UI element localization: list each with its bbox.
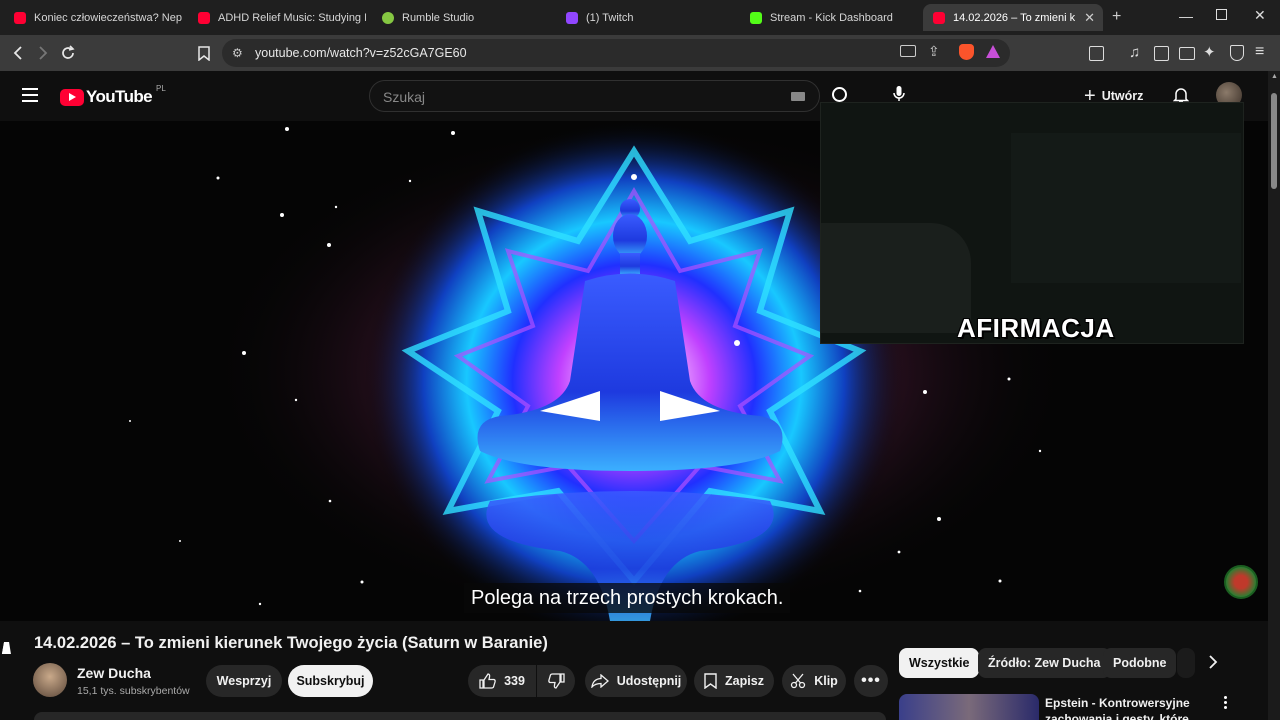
scroll-up-arrow-icon[interactable]: ▲ [1271,73,1278,80]
video-title: 14.02.2026 – To zmieni kierunek Twojego … [34,634,548,652]
more-actions-button[interactable]: ••• [854,665,888,697]
close-tab-icon[interactable]: ✕ [1084,10,1095,26]
wallet-icon[interactable] [1179,47,1195,60]
chip-from-channel[interactable]: Źródło: Zew Ducha [978,648,1111,678]
thumbs-down-icon [547,673,565,689]
browser-tab[interactable]: Stream - Kick Dashboard [742,4,918,31]
share-arrow-icon [590,674,609,688]
browser-tab-bar: Koniec człowieczeństwa? Nepals ADHD Reli… [0,0,1280,35]
subscribe-label: Subskrybuj [296,674,365,688]
browser-tab[interactable]: (1) Twitch [558,4,734,31]
forward-icon[interactable] [34,44,52,62]
channel-name[interactable]: Zew Ducha [77,665,151,681]
minimize-icon[interactable]: — [1179,8,1193,24]
affirmation-overlay-text: AFIRMACJA [957,313,1115,343]
keyboard-icon[interactable] [791,92,805,101]
description-box[interactable] [34,712,886,720]
subscribe-button[interactable]: Subskrybuj [288,665,373,697]
share-label: Udostępnij [616,674,682,688]
rumble-icon [382,11,394,24]
tab-title: ADHD Relief Music: Studying Mu [218,11,366,24]
channel-avatar[interactable] [33,663,67,697]
recommended-title[interactable]: Epstein - Kontrowersyjne zachowania i ge… [1045,695,1195,720]
chips-next-icon[interactable] [1208,655,1218,674]
brave-rewards-icon[interactable] [986,45,1000,58]
like-button[interactable]: 339 [468,665,536,697]
webcam-background [1011,133,1241,283]
browser-tab[interactable]: Rumble Studio [374,4,550,31]
browser-tab[interactable]: Koniec człowieczeństwa? Nepals [6,4,182,31]
like-count: 339 [504,674,525,688]
youtube-play-icon [60,88,84,106]
reload-icon[interactable] [59,44,77,62]
dislike-button[interactable] [537,665,575,697]
search-input[interactable]: Szukaj [383,89,425,105]
back-icon[interactable] [9,44,27,62]
save-bookmark-icon [704,673,717,689]
support-button[interactable]: Wesprzyj [206,665,282,697]
mouse-cursor [1,642,14,654]
tab-title: (1) Twitch [586,11,634,24]
save-label: Zapisz [725,674,764,688]
browser-toolbar: ⚙ youtube.com/watch?v=z52cGA7GE60 ⇪ ♫ ✦ … [0,35,1280,71]
chip-partial[interactable] [1177,648,1195,678]
tab-title: 14.02.2026 – To zmieni kieru [953,11,1075,24]
create-label: Utwórz [1101,89,1144,103]
site-settings-icon[interactable]: ⚙ [232,46,243,60]
restore-icon[interactable] [1216,9,1227,20]
subscriber-count: 15,1 tys. subskrybentów [77,685,190,697]
url-text: youtube.com/watch?v=z52cGA7GE60 [255,46,467,60]
page-scrollbar[interactable]: ▲ [1268,71,1280,720]
clip-label: Klip [814,674,838,688]
search-icon[interactable] [832,87,847,102]
chip-all[interactable]: Wszystkie [899,648,980,678]
close-window-icon[interactable]: ✕ [1254,7,1266,24]
brave-shields-icon[interactable] [959,44,974,60]
thumbs-up-icon [479,673,496,689]
sidebar-icon[interactable] [1154,46,1169,61]
chip-related[interactable]: Podobne [1103,648,1177,678]
youtube-icon [14,11,26,24]
browser-tab[interactable]: ADHD Relief Music: Studying Mu [190,4,366,31]
clip-button[interactable]: Klip [782,665,846,697]
webcam-overlay [820,102,1244,344]
save-button[interactable]: Zapisz [694,665,774,697]
region-code: PL [156,83,166,93]
channel-watermark[interactable] [1224,565,1258,599]
address-bar[interactable]: ⚙ youtube.com/watch?v=z52cGA7GE60 ⇪ [222,39,1010,67]
chip-label: Podobne [1113,656,1167,670]
hamburger-menu-icon[interactable] [22,88,38,102]
browser-tab-active[interactable]: 14.02.2026 – To zmieni kieru ✕ [923,4,1103,31]
search-box[interactable]: Szukaj [369,80,820,112]
scissors-icon [791,673,806,689]
youtube-logo-text: YouTube [86,87,153,106]
recommended-more-icon[interactable] [1224,696,1228,709]
menu-icon[interactable]: ≡ [1255,43,1264,61]
leo-ai-icon[interactable]: ✦ [1203,43,1216,61]
youtube-icon [198,11,210,24]
recommended-thumbnail[interactable] [899,694,1039,720]
more-horizontal-icon: ••• [861,672,881,689]
vpn-icon[interactable] [1230,45,1244,61]
youtube-icon [933,11,945,24]
chip-label: Źródło: Zew Ducha [988,656,1101,670]
chip-label: Wszystkie [909,656,970,670]
bookmark-icon[interactable] [195,44,213,62]
scrollbar-thumb[interactable] [1271,93,1277,189]
support-label: Wesprzyj [216,674,272,688]
cast-icon[interactable] [900,45,916,57]
twitch-icon [566,11,578,24]
screenshot-icon[interactable] [1089,46,1104,61]
webcam-figure [821,223,971,333]
new-tab-button[interactable]: + [1112,8,1121,26]
video-caption: Polega na trzech prostych krokach. [464,583,791,613]
tab-title: Koniec człowieczeństwa? Nepals [34,11,182,24]
share-button[interactable]: Udostępnij [585,665,687,697]
tab-title: Stream - Kick Dashboard [770,11,893,24]
media-icon[interactable]: ♫ [1129,44,1140,61]
tab-title: Rumble Studio [402,11,475,24]
kick-icon [750,11,762,24]
share-icon[interactable]: ⇪ [928,43,940,60]
youtube-logo[interactable]: YouTube PL [60,83,166,107]
